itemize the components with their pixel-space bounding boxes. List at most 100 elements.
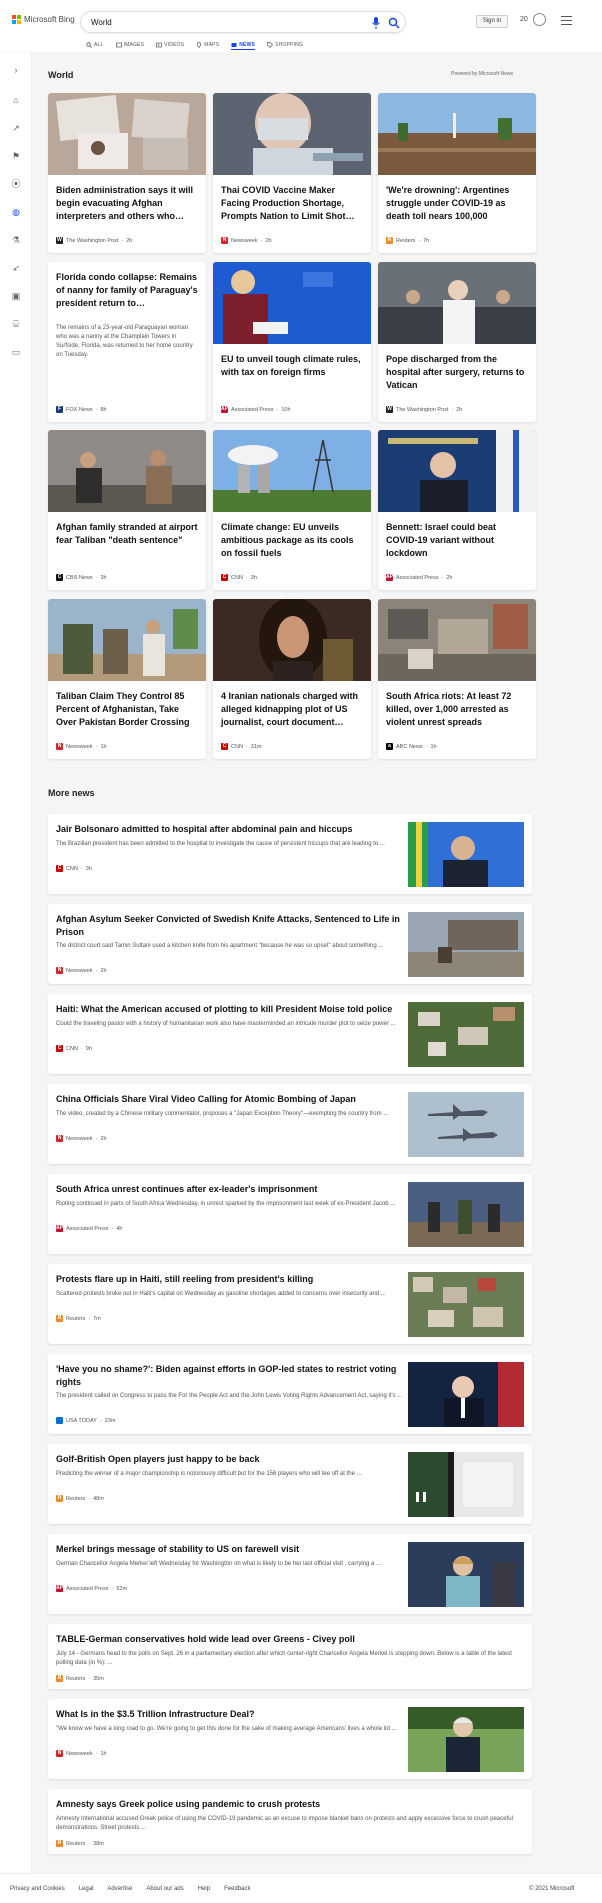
card-title[interactable]: Thai COVID Vaccine Maker Facing Producti… (221, 184, 363, 223)
sign-in-button[interactable]: Sign in (476, 15, 508, 28)
news-card[interactable]: Bennett: Israel could beat COVID-19 vari… (378, 430, 536, 590)
card-title[interactable]: Biden administration says it will begin … (56, 184, 198, 223)
card-title[interactable]: Pope discharged from the hospital after … (386, 353, 528, 392)
news-list-item[interactable]: Amnesty says Greek police using pandemic… (48, 1789, 532, 1854)
card-title[interactable]: 4 Iranian nationals charged with alleged… (221, 690, 363, 729)
card-title[interactable]: Taliban Claim They Control 85 Percent of… (56, 690, 198, 729)
news-card[interactable]: Climate change: EU unveils ambitious pac… (213, 430, 371, 590)
item-title[interactable]: Merkel brings message of stability to US… (56, 1543, 406, 1556)
card-title[interactable]: Afghan family stranded at airport fear T… (56, 521, 198, 547)
card-source: C CNN · 3h (221, 574, 257, 581)
tag-icon (267, 42, 274, 48)
card-title[interactable]: Climate change: EU unveils ambitious pac… (221, 521, 363, 560)
item-source: N Newsweek · 1h (56, 1750, 107, 1757)
microphone-icon[interactable] (371, 17, 381, 29)
footer-link-legal[interactable]: Legal (79, 1886, 94, 1892)
news-card[interactable]: Biden administration says it will begin … (48, 93, 206, 253)
card-image (48, 599, 206, 681)
tab-images[interactable]: IMAGES (115, 40, 145, 50)
more-news-title: More news (48, 788, 95, 798)
footer-link-help[interactable]: Help (198, 1886, 210, 1892)
news-card[interactable]: Florida condo collapse: Remains of nanny… (48, 262, 206, 422)
card-image (378, 262, 536, 344)
tab-videos[interactable]: VIDEOS (156, 40, 184, 50)
car-icon[interactable]: ▭ (11, 347, 21, 357)
footer-link-feedback[interactable]: Feedback (224, 1886, 250, 1892)
abc-news-logo-icon: a (386, 743, 393, 750)
card-title[interactable]: South Africa riots: At least 72 killed, … (386, 690, 528, 729)
tab-maps[interactable]: MAPS (196, 40, 219, 50)
news-list-item[interactable]: Golf-British Open players just happy to … (48, 1444, 532, 1524)
item-title[interactable]: 'Have you no shame?': Biden against effo… (56, 1363, 406, 1389)
news-card[interactable]: South Africa riots: At least 72 killed, … (378, 599, 536, 759)
card-image (213, 430, 371, 512)
card-title[interactable]: EU to unveil tough climate rules, with t… (221, 353, 363, 379)
news-card[interactable]: EU to unveil tough climate rules, with t… (213, 262, 371, 422)
item-title[interactable]: Amnesty says Greek police using pandemic… (56, 1798, 524, 1811)
item-description: Amnesty International accused Greek poli… (56, 1816, 513, 1831)
expand-chevron-icon[interactable]: › (11, 65, 21, 75)
news-sidebar: › ⌂ ↗ ⚑ ⦿ ◍ ⚗ ➶ ▣ ⌸ ▭ (0, 53, 32, 1873)
tab-all[interactable]: ALL (86, 40, 104, 50)
bank-icon[interactable]: ⌸ (11, 319, 21, 329)
location-pin-icon[interactable]: ⦿ (11, 179, 21, 189)
flag-icon[interactable]: ⚑ (11, 151, 21, 161)
card-title[interactable]: 'We're drowning': Argentines struggle un… (386, 184, 528, 223)
news-list-item[interactable]: What Is in the $3.5 Trillion Infrastruct… (48, 1699, 532, 1779)
item-source: USA TODAY · 23m (56, 1417, 115, 1424)
news-list-item[interactable]: Afghan Asylum Seeker Convicted of Swedis… (48, 904, 532, 984)
item-image (408, 1452, 524, 1517)
item-image (408, 1707, 524, 1772)
trending-icon[interactable]: ↗ (11, 123, 21, 133)
home-icon[interactable]: ⌂ (11, 95, 21, 105)
card-title[interactable]: Florida condo collapse: Remains of nanny… (56, 271, 198, 310)
search-input[interactable] (91, 16, 351, 29)
card-title[interactable]: Bennett: Israel could beat COVID-19 vari… (386, 521, 528, 560)
search-box[interactable] (80, 11, 406, 33)
news-list-item[interactable]: South Africa unrest continues after ex-l… (48, 1174, 532, 1254)
map-pin-icon (197, 42, 202, 48)
item-title[interactable]: Afghan Asylum Seeker Convicted of Swedis… (56, 913, 406, 939)
microscope-icon[interactable]: ⚗ (11, 235, 21, 245)
news-card[interactable]: Afghan family stranded at airport fear T… (48, 430, 206, 590)
washington-post-logo-icon: W (56, 237, 63, 244)
footer-link-privacy[interactable]: Privacy and Cookies (10, 1886, 65, 1892)
news-list-item[interactable]: Protests flare up in Haiti, still reelin… (48, 1264, 532, 1344)
item-title[interactable]: Jair Bolsonaro admitted to hospital afte… (56, 823, 406, 836)
powered-by-text[interactable]: Powered by Microsoft News (451, 71, 513, 77)
news-card[interactable]: Thai COVID Vaccine Maker Facing Producti… (213, 93, 371, 253)
search-icon[interactable] (388, 17, 400, 29)
bing-logo[interactable]: Microsoft Bing (12, 15, 75, 24)
news-list-item[interactable]: Merkel brings message of stability to US… (48, 1534, 532, 1614)
news-list-item[interactable]: 'Have you no shame?': Biden against effo… (48, 1354, 532, 1434)
news-list-item[interactable]: Haiti: What the American accused of plot… (48, 994, 532, 1074)
item-title[interactable]: Protests flare up in Haiti, still reelin… (56, 1273, 406, 1286)
item-title[interactable]: TABLE-German conservatives hold wide lea… (56, 1633, 524, 1646)
tab-news[interactable]: NEWS (231, 40, 256, 50)
globe-icon[interactable]: ◍ (11, 207, 21, 217)
news-card[interactable]: 'We're drowning': Argentines struggle un… (378, 93, 536, 253)
footer-link-advertise[interactable]: Advertise (107, 1886, 132, 1892)
rewards-trophy-icon[interactable] (533, 13, 546, 26)
item-title[interactable]: Haiti: What the American accused of plot… (56, 1003, 406, 1016)
reuters-logo-icon: R (386, 237, 393, 244)
item-title[interactable]: China Officials Share Viral Video Callin… (56, 1093, 406, 1106)
card-source: AP Associated Press · 2h (386, 574, 453, 581)
item-image (408, 1542, 524, 1607)
item-title[interactable]: Golf-British Open players just happy to … (56, 1453, 406, 1466)
rewards-count[interactable]: 20 (520, 16, 528, 23)
cnn-logo-icon: C (56, 1045, 63, 1052)
news-list-item[interactable]: Jair Bolsonaro admitted to hospital afte… (48, 814, 532, 894)
film-icon[interactable]: ▣ (11, 291, 21, 301)
news-list-item[interactable]: China Officials Share Viral Video Callin… (48, 1084, 532, 1164)
footer-link-about-ads[interactable]: About our ads (146, 1886, 183, 1892)
news-list-item[interactable]: TABLE-German conservatives hold wide lea… (48, 1624, 532, 1689)
tab-shopping[interactable]: SHOPPING (267, 40, 303, 50)
news-card[interactable]: 4 Iranian nationals charged with alleged… (213, 599, 371, 759)
rocket-icon[interactable]: ➶ (11, 263, 21, 273)
item-title[interactable]: South Africa unrest continues after ex-l… (56, 1183, 406, 1196)
news-card[interactable]: Pope discharged from the hospital after … (378, 262, 536, 422)
menu-hamburger-icon[interactable] (561, 16, 572, 25)
item-title[interactable]: What Is in the $3.5 Trillion Infrastruct… (56, 1708, 406, 1721)
news-card[interactable]: Taliban Claim They Control 85 Percent of… (48, 599, 206, 759)
